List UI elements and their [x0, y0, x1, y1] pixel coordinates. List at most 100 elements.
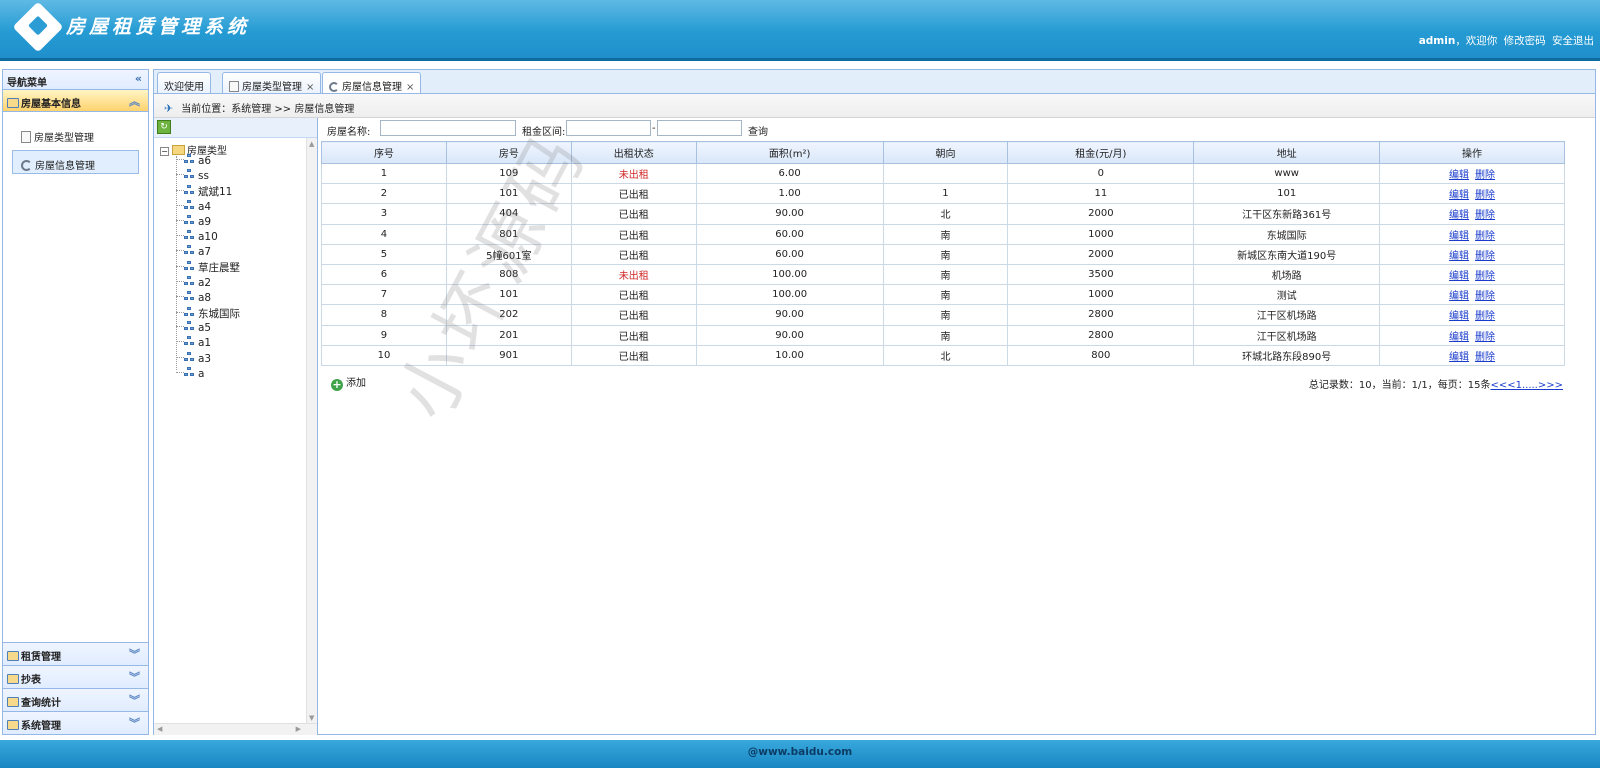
tree-node[interactable]: a5 [176, 321, 211, 334]
delete-link[interactable]: 删除 [1475, 231, 1495, 242]
nav-panel-stats[interactable]: 查询统计 ︾ [3, 688, 148, 711]
col-actions[interactable]: 操作 [1379, 141, 1565, 164]
nav-panel-rental[interactable]: 租赁管理 ︾ [3, 642, 148, 665]
tree-node[interactable]: a6 [176, 154, 211, 167]
actions-cell: 编辑 删除 [1379, 344, 1565, 366]
table-row: 5 5幢601室 已出租 60.00 南 2000 新城区东南大道190号 编辑 删除 [321, 243, 1565, 265]
edit-link[interactable]: 编辑 [1449, 332, 1469, 343]
tab-welcome[interactable]: 欢迎使用 [157, 72, 211, 94]
network-node-icon [184, 336, 196, 347]
change-password-link[interactable]: 修改密码 [1504, 35, 1546, 47]
collapse-toggle-icon[interactable]: − [160, 147, 169, 156]
delete-link[interactable]: 删除 [1475, 190, 1495, 201]
network-node-icon [184, 199, 196, 211]
tree-node[interactable]: a9 [176, 214, 211, 228]
table-cell: 南 [882, 263, 1009, 286]
tree-node[interactable]: 草庄晨墅 [176, 260, 240, 275]
scroll-left-icon[interactable]: ◀ [157, 725, 162, 733]
table-cell: 109 [445, 162, 572, 185]
tree-node[interactable]: a [176, 366, 204, 380]
col-index[interactable]: 序号 [321, 141, 447, 164]
edit-link[interactable]: 编辑 [1449, 231, 1469, 242]
add-button[interactable]: + 添加 [331, 374, 366, 391]
edit-link[interactable]: 编辑 [1449, 311, 1469, 322]
delete-link[interactable]: 删除 [1475, 332, 1495, 343]
tree-node[interactable]: a2 [176, 275, 211, 289]
tree-node[interactable]: a3 [176, 351, 211, 365]
scroll-down-icon[interactable]: ▼ [309, 714, 314, 722]
edit-link[interactable]: 编辑 [1449, 190, 1469, 201]
tree-node[interactable]: a10 [176, 230, 218, 243]
panel-icon [7, 674, 19, 684]
actions-cell: 编辑 删除 [1379, 324, 1565, 346]
edit-link[interactable]: 编辑 [1449, 210, 1469, 221]
logout-link[interactable]: 安全退出 [1552, 35, 1594, 47]
table-cell: 南 [882, 223, 1009, 245]
delete-link[interactable]: 删除 [1475, 352, 1495, 363]
table-cell: 未出租 [570, 263, 697, 286]
close-icon[interactable]: × [406, 82, 414, 93]
horizontal-scrollbar[interactable]: ◀ ▶ [154, 723, 317, 735]
nav-panel-label: 查询统计 [21, 698, 61, 709]
edit-link[interactable]: 编辑 [1449, 251, 1469, 262]
delete-link[interactable]: 删除 [1475, 291, 1495, 302]
tree-node[interactable]: a8 [176, 290, 211, 304]
vertical-scrollbar[interactable]: ▲ ▼ [306, 138, 317, 724]
edit-link[interactable]: 编辑 [1449, 352, 1469, 363]
col-area[interactable]: 面积(m²) [695, 141, 884, 164]
table-row: 7 101 已出租 100.00 南 1000 测试 编辑 删除 [321, 284, 1565, 306]
table-row: 8 202 已出租 90.00 南 2800 江干区机场路 编辑 删除 [321, 304, 1565, 326]
edit-link[interactable]: 编辑 [1449, 170, 1469, 181]
tree-node[interactable]: 东城国际 [176, 306, 240, 321]
tab-house-type[interactable]: 房屋类型管理 × [222, 72, 322, 94]
network-node-icon [184, 261, 196, 272]
edit-link[interactable]: 编辑 [1449, 271, 1469, 282]
delete-link[interactable]: 删除 [1475, 251, 1495, 262]
nav-item-house-info[interactable]: 房屋信息管理 [12, 150, 139, 174]
tree-node[interactable]: a4 [176, 199, 211, 213]
network-node-icon [184, 307, 196, 318]
table-cell: 江干区机场路 [1193, 304, 1381, 326]
nav-panel-meter[interactable]: 抄表 ︾ [3, 665, 148, 688]
actions-cell: 编辑 删除 [1379, 304, 1565, 326]
nav-panel-house-info[interactable]: 房屋基本信息 ︽ [3, 90, 148, 112]
delete-link[interactable]: 删除 [1475, 311, 1495, 322]
col-address[interactable]: 地址 [1193, 141, 1381, 164]
delete-link[interactable]: 删除 [1475, 170, 1495, 181]
col-rent[interactable]: 租金(元/月) [1007, 141, 1195, 164]
col-room[interactable]: 房号 [445, 141, 572, 164]
tree-node-label: 东城国际 [198, 308, 240, 320]
rent-min-input[interactable] [566, 120, 651, 136]
pager-links[interactable]: <<<1.....>>> [1490, 380, 1563, 391]
rent-range-label: 租金区间: [522, 127, 566, 138]
house-name-input[interactable] [380, 120, 516, 136]
col-orientation[interactable]: 朝向 [882, 141, 1009, 164]
col-status[interactable]: 出租状态 [570, 141, 697, 164]
nav-panel-system[interactable]: 系统管理 ︾ [3, 711, 148, 734]
actions-cell: 编辑 删除 [1379, 183, 1565, 205]
delete-link[interactable]: 删除 [1475, 271, 1495, 282]
collapse-icon[interactable]: « [135, 72, 142, 85]
scroll-up-icon[interactable]: ▲ [309, 140, 314, 148]
tree-toolbar: ↻ [154, 118, 317, 138]
table-cell: 10.00 [695, 344, 884, 366]
refresh-icon[interactable]: ↻ [157, 120, 171, 134]
query-button[interactable]: 查询 [748, 123, 768, 138]
delete-link[interactable]: 删除 [1475, 210, 1495, 221]
table-cell: 测试 [1193, 284, 1381, 306]
tree-node[interactable]: ss [176, 169, 209, 182]
tree-node[interactable]: 斌斌11 [176, 184, 232, 199]
panel-icon [7, 651, 19, 661]
tab-house-info[interactable]: 房屋信息管理 × [322, 72, 422, 95]
actions-cell: 编辑 删除 [1379, 263, 1565, 286]
rent-max-input[interactable] [657, 120, 742, 136]
table-cell [882, 162, 1009, 185]
scroll-right-icon[interactable]: ▶ [296, 725, 301, 733]
actions-cell: 编辑 删除 [1379, 284, 1565, 306]
edit-link[interactable]: 编辑 [1449, 291, 1469, 302]
tree-node[interactable]: a7 [176, 245, 211, 258]
close-icon[interactable]: × [306, 82, 314, 93]
nav-item-house-type[interactable]: 房屋类型管理 [12, 122, 139, 146]
tree-node[interactable]: a1 [176, 336, 211, 349]
table-cell: 201 [445, 324, 572, 346]
